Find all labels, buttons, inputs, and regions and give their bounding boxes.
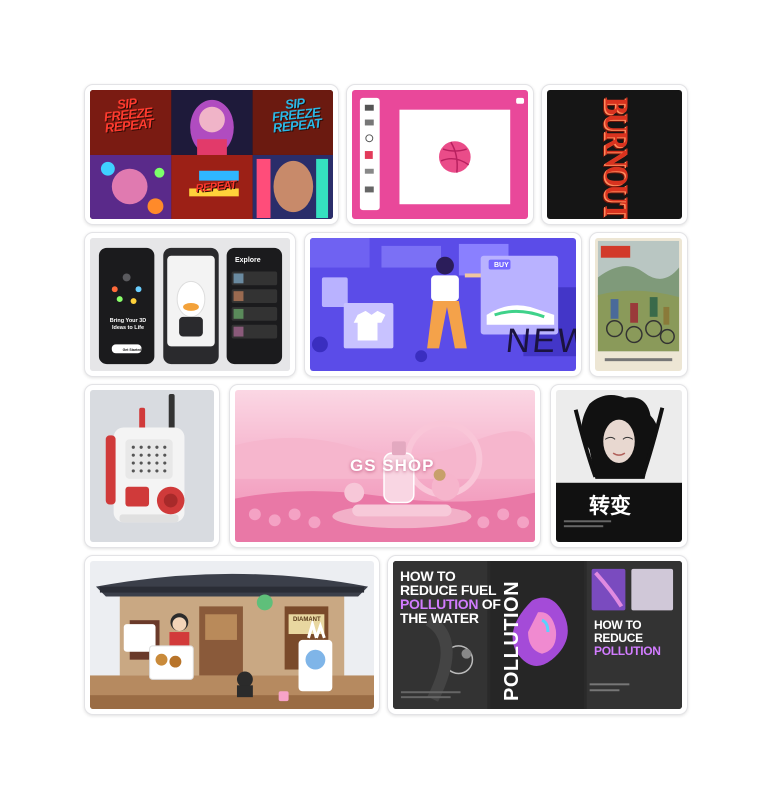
pollution-poster-middle-title: POLLUTION — [501, 580, 523, 701]
shot-thumbnail — [352, 90, 528, 219]
shot-thumbnail: BURNOUT — [547, 90, 682, 219]
shot-thumbnail: SIP FREEZE REPEAT SIP FREEZE REPEAT REPE… — [90, 90, 333, 219]
cyclists-poster-artwork — [595, 238, 682, 371]
3d-app-heading: Bring Your 3D Ideas to Life — [109, 318, 147, 331]
3d-app-explore-title: Explore — [235, 257, 261, 264]
shot-card-shopping-illustration[interactable]: BUY NEW — [304, 232, 582, 377]
shot-thumbnail: Bring Your 3D Ideas to Life Get Started … — [90, 238, 290, 371]
shot-thumbnail: GS SHOP — [235, 390, 535, 542]
shot-card-sip-freeze[interactable]: SIP FREEZE REPEAT SIP FREEZE REPEAT REPE… — [84, 84, 339, 225]
shot-card-walkie-talkie[interactable] — [84, 384, 220, 548]
transform-title: 转变 — [589, 494, 631, 518]
shot-thumbnail: 转变 — [556, 390, 682, 542]
shot-card-dribbble-editor[interactable] — [346, 84, 534, 225]
shot-card-burnout[interactable]: BURNOUT — [541, 84, 688, 225]
buy-label: BUY — [494, 262, 509, 269]
shot-thumbnail — [595, 238, 682, 371]
shot-card-korean-house[interactable]: DIAMANT — [84, 555, 380, 715]
burnout-title: BURNOUT — [597, 96, 636, 218]
pollution-poster-right-title: HOW TO REDUCE POLLUTION — [594, 618, 661, 658]
dribbble-editor-artwork — [352, 90, 528, 219]
korean-house-sign: DIAMANT — [293, 617, 321, 623]
3d-app-get-started: Get Started — [122, 348, 142, 352]
shot-card-transform-poster[interactable]: 转变 — [550, 384, 688, 548]
pollution-poster-left-title: HOW TO REDUCE FUEL POLLUTION OF THE WATE… — [400, 568, 501, 626]
shot-card-cyclists-poster[interactable] — [589, 232, 688, 377]
shot-thumbnail: HOW TO REDUCE FUEL POLLUTION OF THE WATE… — [393, 561, 682, 709]
shot-thumbnail — [90, 390, 214, 542]
sip-freeze-title-right: SIP FREEZE REPEAT — [271, 95, 323, 136]
shot-thumbnail: DIAMANT — [90, 561, 374, 709]
gs-shop-logo: GS SHOP — [350, 456, 435, 475]
shot-card-pollution-posters[interactable]: HOW TO REDUCE FUEL POLLUTION OF THE WATE… — [387, 555, 688, 715]
shot-card-gs-shop[interactable]: GS SHOP — [229, 384, 541, 548]
korean-house-artwork — [90, 561, 374, 709]
walkie-talkie-artwork — [90, 390, 214, 542]
sip-freeze-title-left: SIP FREEZE REPEAT — [103, 95, 155, 136]
shot-card-3d-app[interactable]: Bring Your 3D Ideas to Life Get Started … — [84, 232, 296, 377]
new-label: NEW — [504, 322, 576, 360]
shot-thumbnail: BUY NEW — [310, 238, 576, 371]
